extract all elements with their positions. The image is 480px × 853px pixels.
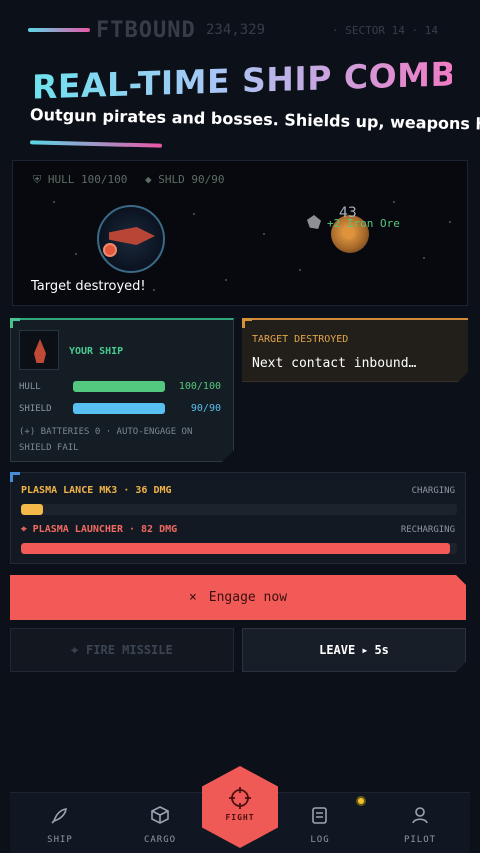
ship-icon [34, 339, 46, 363]
shield-stat: ◆ SHLD 90/90 [145, 173, 225, 186]
weapons-panel: PLASMA LANCE MK3 · 36 DMG CHARGING ⌖ PLA… [10, 472, 466, 564]
weapon-name: ⌖ PLASMA LAUNCHER · 82 DMG [21, 524, 178, 535]
shield-bar-fill [73, 403, 165, 414]
crosshair-icon [229, 787, 251, 809]
your-ship-title: YOUR SHIP [69, 346, 124, 357]
ship-core-icon [103, 243, 117, 257]
star [423, 257, 425, 259]
star [449, 221, 451, 223]
loot-popup: +2 Iron Ore [327, 217, 400, 230]
debris-sprite [307, 215, 321, 229]
hero-title: REAL-TIME SHIP COMBAT [32, 51, 480, 110]
star [225, 279, 227, 281]
nav-label: SHIP [47, 835, 73, 845]
leave-timer: 5s [374, 643, 389, 657]
target-status-text: Next contact inbound… [252, 356, 417, 371]
engage-label: Engage now [208, 590, 288, 605]
notification-dot [356, 796, 366, 806]
leave-button[interactable]: LEAVE ▸ 5s [242, 628, 466, 672]
star [53, 201, 55, 203]
target-panel: TARGET DESTROYED Next contact inbound… [242, 318, 468, 382]
hull-bar [73, 381, 165, 392]
arrow-right-icon: ▸ [361, 643, 369, 657]
credits-counter: 234,329 [206, 22, 266, 38]
your-ship-panel: YOUR SHIP HULL 100/100 SHIELD 90/90 (+) … [10, 318, 234, 462]
hero-underline [29, 140, 163, 148]
weapon-charge-fill [21, 543, 451, 554]
weapon-state: RECHARGING [400, 525, 455, 535]
shield-value: 90/90 [190, 403, 221, 414]
panel-corner-accent [10, 318, 20, 328]
weapon-name: PLASMA LANCE MK3 · 36 DMG [21, 485, 172, 496]
star [263, 233, 265, 235]
leave-label: LEAVE [319, 643, 356, 657]
nav-item-ship[interactable]: SHIP [14, 793, 106, 853]
crosshair-icon: ⌖ [71, 642, 79, 657]
star [193, 213, 195, 215]
box-icon [151, 806, 169, 824]
nav-label: PILOT [403, 835, 437, 845]
nav-label: FIGHT [225, 813, 255, 822]
weapon-state: CHARGING [411, 486, 455, 496]
nav-item-cargo[interactable]: CARGO [114, 793, 206, 853]
shield-bar [73, 403, 165, 414]
star [75, 253, 77, 255]
hull-bar-fill [73, 381, 165, 392]
batteries-note: (+) BATTERIES 0 · AUTO-ENGAGE ON SHIELD … [19, 427, 193, 453]
nav-item-pilot[interactable]: PILOT [374, 793, 466, 853]
nav-label: CARGO [143, 835, 177, 845]
nav-label: LOG [310, 835, 330, 845]
sector-indicator: · SECTOR 14 · 14 [332, 24, 438, 37]
hero-subtitle: Outgun pirates and bosses. Shields up, w… [29, 105, 480, 134]
hull-value: 100/100 [178, 381, 221, 392]
target-status-title: TARGET DESTROYED [252, 334, 349, 345]
nav-item-log[interactable]: LOG [274, 793, 366, 853]
fire-missile-button[interactable]: ⌖ FIRE MISSILE [10, 628, 234, 672]
fire-missile-label: FIRE MISSILE [86, 643, 173, 657]
ship-thumbnail [19, 330, 59, 370]
star [153, 289, 155, 291]
weapon-charge-fill [21, 504, 43, 515]
combat-message: Target destroyed! [31, 279, 146, 294]
shield-label: SHIELD [19, 404, 52, 414]
scroll-icon [312, 807, 327, 824]
weapon-charge-bar [21, 504, 457, 515]
star [299, 269, 301, 271]
combat-viewport: ⛨ HULL 100/100 ◆ SHLD 90/90 43 +2 Iron O… [12, 160, 468, 306]
hull-label: HULL [19, 382, 41, 392]
panel-corner-accent [10, 472, 20, 482]
weapon-charge-bar [21, 543, 457, 554]
accent-line [28, 28, 90, 32]
close-x-icon: × [188, 590, 197, 605]
panel-corner-accent [242, 318, 252, 328]
star [393, 201, 395, 203]
app-brand: FTBOUND [96, 18, 196, 43]
rocket-icon [51, 808, 67, 824]
hull-stat: ⛨ HULL 100/100 [33, 173, 128, 186]
user-icon [412, 807, 428, 824]
engage-now-button[interactable]: × Engage now [10, 575, 466, 620]
